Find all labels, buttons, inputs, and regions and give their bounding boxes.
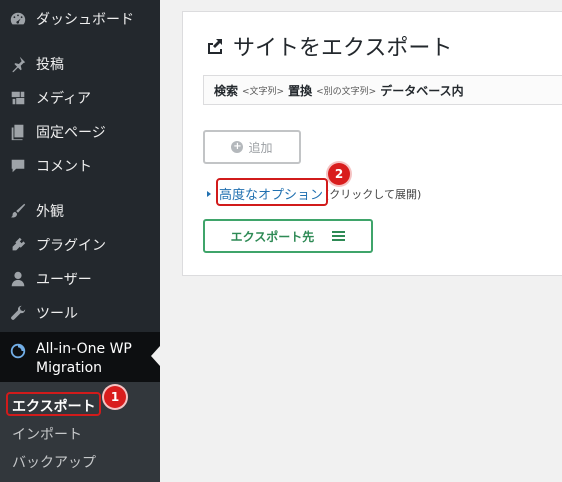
highlight-box-advanced-options — [216, 178, 328, 206]
sidebar-item-label: メディア — [36, 91, 92, 107]
replace-label: 置換 — [288, 83, 313, 98]
sidebar-item-appearance[interactable]: 外観 — [0, 196, 160, 226]
sidebar-item-label: 投稿 — [36, 57, 64, 73]
hamburger-menu-icon — [332, 231, 346, 241]
plugin-name-line1: All-in-One WP — [36, 341, 132, 357]
sidebar-item-plugins[interactable]: プラグイン — [0, 230, 160, 260]
replace-hint: <別の文字列> — [316, 86, 377, 97]
sidebar-item-comments[interactable]: コメント — [0, 151, 160, 181]
brush-icon — [0, 202, 36, 220]
sidebar-item-label: プラグイン — [36, 238, 106, 254]
sidebar-item-label: ユーザー — [36, 272, 92, 288]
sidebar-item-label: 固定ページ — [36, 125, 106, 141]
share-export-icon — [208, 39, 222, 54]
media-icon — [0, 89, 36, 107]
comment-icon — [0, 157, 36, 175]
user-icon — [0, 270, 36, 288]
wrench-icon — [0, 304, 36, 322]
sidebar-item-label: ダッシュボード — [36, 12, 134, 28]
plus-circle-icon: + — [231, 141, 244, 153]
sidebar-item-dashboard[interactable]: ダッシュボード — [0, 4, 160, 34]
sidebar-item-users[interactable]: ユーザー — [0, 264, 160, 294]
sidebar-item-posts[interactable]: 投稿 — [0, 49, 160, 79]
page-title: サイトをエクスポート — [233, 36, 453, 61]
search-label: 検索 — [214, 83, 239, 98]
step-badge-2: 2 — [328, 163, 350, 185]
plugin-icon — [0, 236, 36, 254]
expand-triangle-icon[interactable] — [207, 190, 211, 197]
advanced-options-note: (クリックして展開) — [325, 187, 422, 201]
highlight-box-export — [6, 392, 101, 416]
search-hint: <文字列> — [242, 86, 285, 97]
submenu-backup[interactable]: バックアップ — [12, 452, 96, 472]
step-badge-1: 1 — [104, 386, 126, 408]
sidebar-item-label: ツール — [36, 306, 78, 322]
find-replace-row[interactable]: 検索 <文字列> 置換 <別の文字列> データベース内 — [203, 75, 562, 105]
dashboard-icon — [0, 10, 36, 28]
add-button-label: 追加 — [248, 140, 273, 155]
submenu-import[interactable]: インポート — [12, 424, 82, 444]
sidebar-item-label: 外観 — [36, 204, 64, 220]
sidebar-item-pages[interactable]: 固定ページ — [0, 117, 160, 147]
export-to-label: エクスポート先 — [230, 229, 315, 244]
sidebar-item-all-in-one-wp-migration[interactable]: All-in-One WP Migration — [0, 332, 160, 382]
export-panel: サイトをエクスポート 検索 <文字列> 置換 <別の文字列> データベース内 +… — [182, 11, 562, 276]
migration-icon — [0, 340, 36, 360]
sidebar-item-media[interactable]: メディア — [0, 83, 160, 113]
add-button[interactable]: + 追加 — [203, 130, 301, 164]
scope-label: データベース内 — [380, 83, 464, 98]
export-to-button[interactable]: エクスポート先 — [203, 219, 373, 253]
panel-header: サイトをエクスポート — [205, 30, 452, 62]
sidebar-item-tools[interactable]: ツール — [0, 298, 160, 328]
page-icon — [0, 123, 36, 141]
current-menu-arrow — [151, 346, 160, 366]
sidebar-item-label: コメント — [36, 159, 92, 175]
pin-icon — [0, 55, 36, 73]
plugin-name-line2: Migration — [36, 360, 103, 376]
